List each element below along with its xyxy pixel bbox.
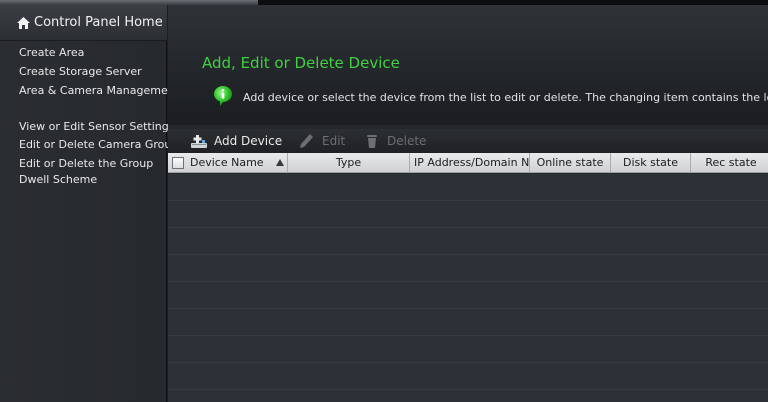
info-icon <box>214 86 232 106</box>
column-disk-state-label: Disk state <box>623 156 678 169</box>
column-disk-state[interactable]: Disk state <box>611 153 691 173</box>
sidebar-item-edit-delete-camera-group[interactable]: Edit or Delete Camera Group <box>19 137 178 153</box>
sidebar-item-create-storage-server[interactable]: Create Storage Server <box>19 64 142 80</box>
table-header: Device Name Type IP Address/Domain Na On… <box>168 153 768 173</box>
delete-button[interactable]: Delete <box>363 132 426 150</box>
column-rec-state-label: Rec state <box>705 156 757 169</box>
sidebar-item-area-camera-management[interactable]: Area & Camera Management <box>19 83 179 99</box>
column-type-label: Type <box>335 156 362 169</box>
toolbar: Add Device Edit Delete <box>168 129 768 153</box>
add-device-icon <box>191 135 207 148</box>
main-panel: Add, Edit or Delete Device Add device or… <box>168 5 768 402</box>
column-ip-address[interactable]: IP Address/Domain Na <box>410 153 530 173</box>
add-device-label: Add Device <box>214 134 283 148</box>
sort-ascending-icon <box>276 159 284 166</box>
row-divider <box>168 389 768 390</box>
column-rec-state[interactable]: Rec state <box>691 153 768 173</box>
column-device-name-label: Device Name <box>190 156 264 169</box>
edit-label: Edit <box>322 134 346 148</box>
select-all-checkbox[interactable] <box>172 157 184 169</box>
column-online-state-label: Online state <box>536 156 604 169</box>
column-type[interactable]: Type <box>288 153 410 173</box>
sidebar-item-edit-delete-group[interactable]: Edit or Delete the Group <box>19 156 153 172</box>
edit-button[interactable]: Edit <box>298 132 345 150</box>
row-divider <box>168 254 768 255</box>
row-divider <box>168 227 768 228</box>
sidebar-item-view-edit-sensor-settings[interactable]: View or Edit Sensor Settings <box>19 119 174 135</box>
row-divider <box>168 308 768 309</box>
sidebar: Control Panel Home Create Area Create St… <box>0 5 179 402</box>
column-device-name[interactable]: Device Name <box>168 153 288 173</box>
home-icon <box>17 17 30 29</box>
column-online-state[interactable]: Online state <box>530 153 611 173</box>
delete-label: Delete <box>387 134 427 148</box>
page-header: Add, Edit or Delete Device Add device or… <box>168 5 768 125</box>
row-divider <box>168 335 768 336</box>
row-divider <box>168 281 768 282</box>
device-table-body[interactable] <box>168 174 768 402</box>
page-title: Add, Edit or Delete Device <box>202 54 400 72</box>
row-divider <box>168 362 768 363</box>
column-ip-address-label: IP Address/Domain Na <box>414 156 530 169</box>
row-divider <box>168 200 768 201</box>
control-panel-home-label: Control Panel Home <box>34 15 163 30</box>
sidebar-item-create-area[interactable]: Create Area <box>19 45 84 61</box>
add-device-button[interactable]: Add Device <box>190 132 282 150</box>
info-text: Add device or select the device from the… <box>243 91 768 104</box>
delete-trash-icon <box>367 135 377 148</box>
sidebar-item-dwell-scheme[interactable]: Dwell Scheme <box>19 172 97 188</box>
control-panel-home-link[interactable]: Control Panel Home <box>0 5 167 41</box>
edit-pencil-icon <box>300 134 313 148</box>
